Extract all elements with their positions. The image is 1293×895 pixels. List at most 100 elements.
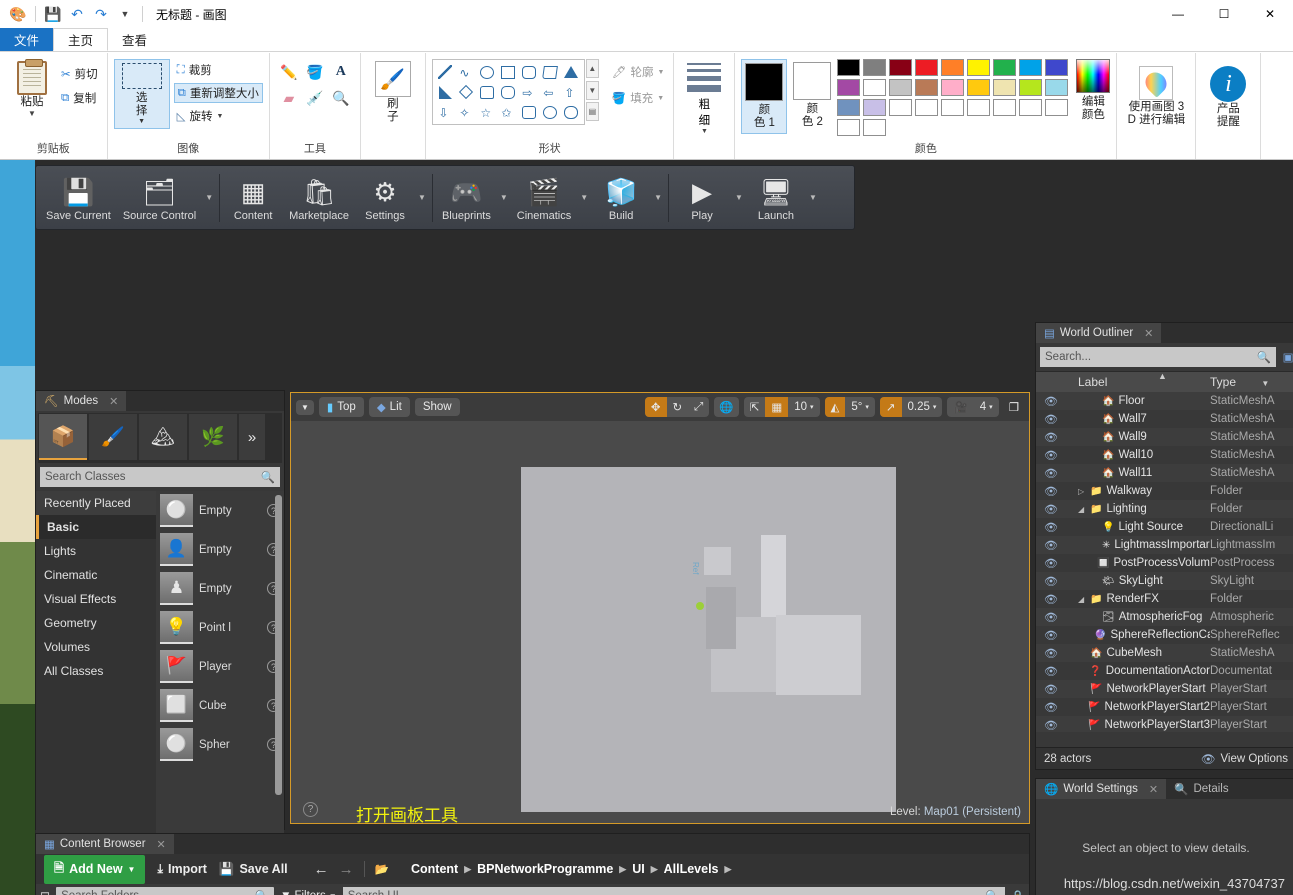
paste-button[interactable]: 粘贴 ▼ [6,59,58,120]
shape-cloud-callout[interactable] [561,102,582,122]
filters-button[interactable]: ▼ Filters ▼ [280,890,337,895]
shape-rounded-rect[interactable] [519,62,540,82]
visibility-toggle[interactable]: 👁 [1036,593,1066,606]
chevron-down-icon[interactable]: ▼ [415,193,429,202]
resize-button[interactable]: ⧉ 重新调整大小 [173,83,263,103]
breadcrumb-item[interactable]: AllLevels [664,862,719,876]
minimize-button[interactable]: — [1155,0,1201,28]
edit-colors-icon[interactable] [1076,59,1111,93]
color-swatch-0-8[interactable] [1045,59,1069,76]
color-swatch-0-4[interactable] [941,59,965,76]
menu-home[interactable]: 主页 [53,28,109,51]
shapes-scrollbar[interactable]: ▲ ▼ ▤ [585,59,599,121]
close-icon[interactable]: ✕ [109,395,118,408]
customize-icon[interactable]: ▼ [115,4,135,24]
asset-list-scrollbar[interactable] [275,495,282,795]
grid-snap-toggle[interactable]: ▦ [765,397,789,417]
tab-world-outliner[interactable]: ▤ World Outliner ✕ [1036,323,1162,343]
outliner-row[interactable]: 👁 🚩 NetworkPlayerStart3 PlayerStart [1036,716,1293,732]
magnifier-icon[interactable]: 🔍 [328,85,354,111]
foliage-mode-button[interactable]: 🌿 [189,414,237,460]
close-button[interactable]: ✕ [1247,0,1293,28]
chevron-down-icon[interactable]: ▼ [577,193,591,202]
surface-snap-button[interactable]: ⇱ [744,397,766,417]
paint3d-button[interactable]: 使用画图 3 D 进行编辑 [1123,64,1189,129]
eraser-icon[interactable]: ▰ [276,85,302,111]
color2-swatch[interactable] [793,62,832,100]
grid-snap-value[interactable]: 10 ▾ [788,397,819,417]
chevron-down-icon[interactable]: ▼ [657,95,664,102]
toolbar-button-cinematics[interactable]: 🎬 Cinematics [511,168,577,228]
scale-snap-value[interactable]: 0.25 ▾ [902,397,943,417]
breadcrumb-item[interactable]: BPNetworkProgramme [477,862,613,876]
type-column[interactable]: Type ▼ [1210,375,1293,389]
rotate-button[interactable]: ◺ 旋转 ▼ [174,107,263,125]
toolbar-button-source-control[interactable]: 🗂 Source Control [117,168,202,228]
shape-rectangle[interactable] [498,62,519,82]
visibility-toggle[interactable]: 👁 [1036,503,1066,516]
paint-mode-button[interactable]: 🖌️ [89,414,137,460]
visibility-toggle[interactable]: 👁 [1036,431,1066,444]
visibility-toggle[interactable]: 👁 [1036,665,1066,678]
camera-speed-value[interactable]: 4 ▾ [974,397,999,417]
color-palette[interactable] [837,59,1070,138]
outliner-search-input[interactable]: Search... 🔍 [1040,347,1276,367]
chevron-down-icon[interactable]: ▼ [28,109,36,118]
lock-icon[interactable]: 🔒 [1011,889,1025,895]
search-classes-input[interactable]: Search Classes 🔍 [40,467,280,487]
maximize-viewport-button[interactable]: ❐ [1004,397,1024,417]
color-picker-icon[interactable]: 💉 [302,85,328,111]
brushes-button[interactable]: 🖌️ 刷 子 [367,59,419,126]
outliner-row[interactable]: 👁 🏠 Wall11 StaticMeshA [1036,464,1293,482]
toolbar-button-play[interactable]: ▶ Play [672,168,732,228]
back-button[interactable]: ← [314,861,329,878]
place-actor-item[interactable]: 🚩 Player? [156,647,284,686]
expander-icon[interactable]: ▷ [1078,487,1086,496]
shape-up-arrow[interactable]: ⇧ [561,82,582,102]
color-swatch-1-8[interactable] [837,99,861,116]
shape-pentagon[interactable] [477,82,498,102]
visibility-toggle[interactable]: 👁 [1036,557,1066,570]
outliner-row[interactable]: 👁 🏠 Wall9 StaticMeshA [1036,428,1293,446]
toolbar-button-build[interactable]: 🧊 Build [591,168,651,228]
outline-button[interactable]: 🖊 轮廓 ▼ [609,63,668,81]
color-swatch-2-5[interactable] [1019,99,1043,116]
shape-six-star[interactable]: ✩ [498,102,519,122]
visibility-toggle[interactable]: 👁 [1036,449,1066,462]
mode-category-volumes[interactable]: Volumes [36,635,156,659]
color-swatch-2-4[interactable] [993,99,1017,116]
color-swatch-0-5[interactable] [967,59,991,76]
visibility-toggle[interactable]: 👁 [1036,575,1066,588]
cut-button[interactable]: ✂ 剪切 [58,65,101,83]
scale-snap-toggle[interactable]: ↗ [879,397,902,417]
shape-oval[interactable] [477,62,498,82]
scroll-up-icon[interactable]: ▲ [585,59,599,78]
save-all-button[interactable]: 💾 Save All [219,862,288,877]
outliner-row[interactable]: 👁 🔲 PostProcessVolum PostProcess [1036,554,1293,572]
redo-icon[interactable]: ↷ [91,4,111,24]
visibility-toggle[interactable]: 👁 [1036,683,1066,696]
shape-hexagon[interactable] [498,82,519,102]
product-alerts-button[interactable]: i 产品 提醒 [1202,64,1254,131]
shape-line[interactable] [435,62,456,82]
shape-diamond[interactable] [456,82,477,102]
color-swatch-0-2[interactable] [889,59,913,76]
place-actor-item[interactable]: ⬜ Cube? [156,686,284,725]
place-actor-item[interactable]: ♟ Empty? [156,569,284,608]
color-swatch-2-8[interactable] [863,119,887,136]
breadcrumb-item[interactable]: Content [411,862,458,876]
color1-button[interactable]: 颜 色 1 [741,59,788,134]
shape-curve[interactable]: ∿ [456,62,477,82]
world-space-button[interactable]: 🌐 [714,397,739,417]
tab-details[interactable]: 🔍 Details [1166,779,1237,799]
add-new-button[interactable]: 🗎 Add New ▼ [44,854,146,884]
visibility-toggle[interactable]: 👁 [1036,413,1066,426]
tab-world-settings[interactable]: 🌐 World Settings ✕ [1036,779,1167,799]
color-swatch-1-4[interactable] [967,79,991,96]
menu-view[interactable]: 查看 [108,28,161,51]
shape-right-triangle[interactable] [435,82,456,102]
visibility-toggle[interactable]: 👁 [1036,611,1066,624]
angle-snap-toggle[interactable]: ◭ [824,397,846,417]
chevron-down-icon[interactable]: ▼ [732,193,746,202]
outliner-row[interactable]: 👁 🔮 SphereReflectionCa SphereReflec [1036,626,1293,644]
